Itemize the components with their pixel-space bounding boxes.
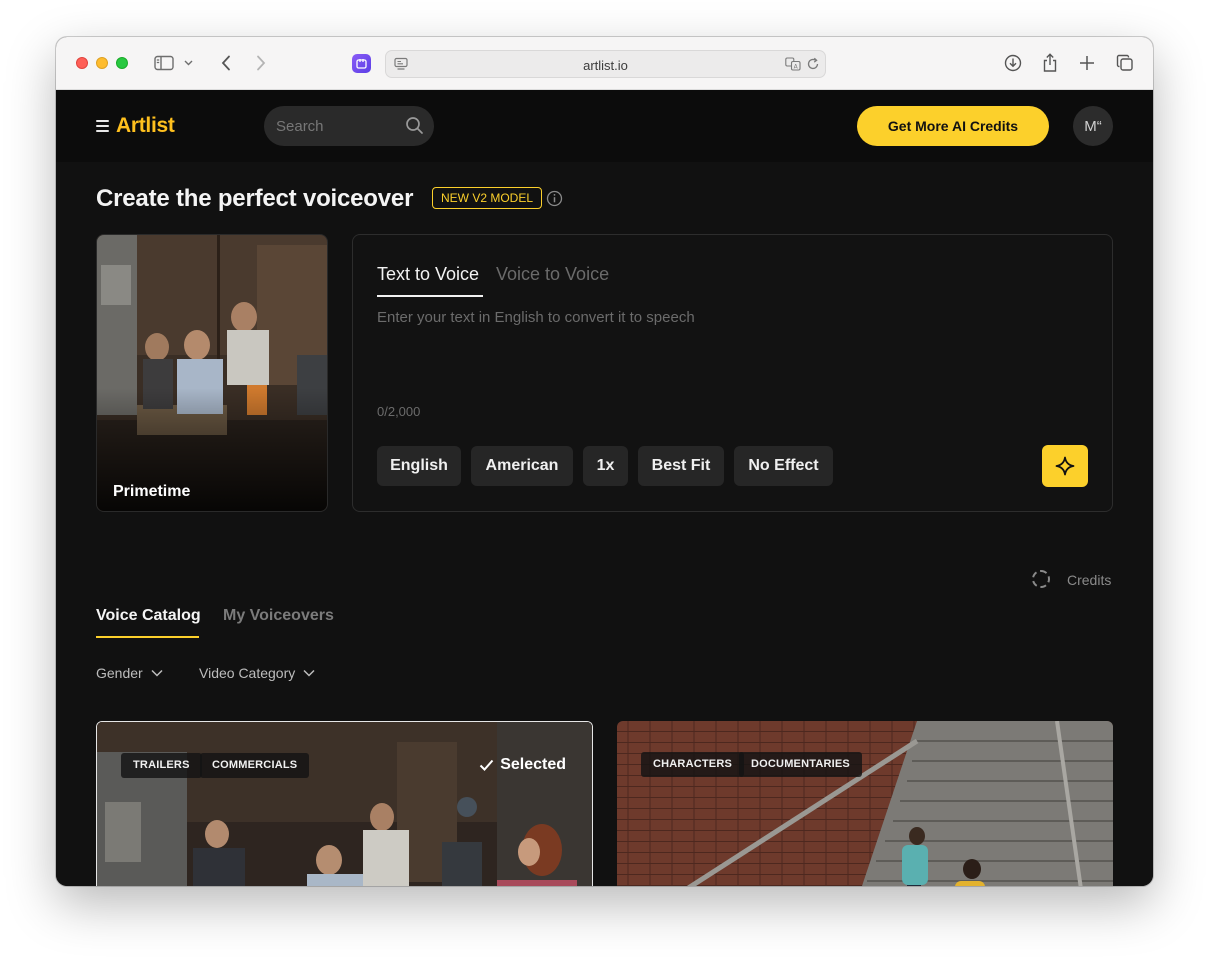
extension-icon[interactable] xyxy=(352,54,371,73)
tag-characters: CHARACTERS xyxy=(641,752,744,777)
downloads-icon[interactable] xyxy=(1001,51,1025,75)
voice-preview-card[interactable]: CHARACTERS DOCUMENTARIES xyxy=(617,721,1113,886)
speed-select[interactable]: 1x xyxy=(583,446,628,486)
search-box[interactable] xyxy=(264,106,434,146)
menu-icon[interactable] xyxy=(96,120,109,132)
chevron-down-icon xyxy=(151,669,163,677)
selected-badge: Selected xyxy=(479,756,566,774)
video-category-filter[interactable]: Video Category xyxy=(199,665,315,681)
url-text: artlist.io xyxy=(583,58,628,73)
tab-voice-to-voice[interactable]: Voice to Voice xyxy=(496,264,609,285)
chevron-down-icon[interactable] xyxy=(181,51,195,75)
gender-filter[interactable]: Gender xyxy=(96,665,163,681)
accent-select[interactable]: American xyxy=(471,446,573,486)
close-window-button[interactable] xyxy=(76,57,88,69)
gender-filter-label: Gender xyxy=(96,665,143,681)
share-icon[interactable] xyxy=(1038,51,1062,75)
tab-overview-icon[interactable] xyxy=(1113,51,1137,75)
active-tab-indicator xyxy=(377,295,483,297)
forward-icon[interactable] xyxy=(249,51,273,75)
voice-card-shade xyxy=(97,235,327,511)
new-tab-icon[interactable] xyxy=(1075,51,1099,75)
tag-documentaries: DOCUMENTARIES xyxy=(739,752,862,777)
sparkle-icon xyxy=(1055,456,1075,476)
main-content: Create the perfect voiceover NEW V2 MODE… xyxy=(56,162,1153,886)
voice-preview-image xyxy=(97,722,592,886)
tag-trailers: TRAILERS xyxy=(121,753,202,778)
effect-select[interactable]: No Effect xyxy=(734,446,833,486)
character-counter: 0/2,000 xyxy=(377,404,421,419)
chevron-down-icon xyxy=(303,669,315,677)
browser-toolbar: artlist.io A xyxy=(56,37,1153,90)
reload-icon[interactable] xyxy=(806,57,820,76)
address-bar[interactable]: artlist.io A xyxy=(385,50,826,78)
browser-window: artlist.io A Artlist Search Get More AI … xyxy=(56,37,1153,886)
info-icon[interactable] xyxy=(546,190,563,212)
selected-label: Selected xyxy=(500,756,566,773)
page-title: Create the perfect voiceover xyxy=(96,185,414,212)
get-more-credits-button[interactable]: Get More AI Credits xyxy=(857,106,1049,146)
voiceover-editor: Text to Voice Voice to Voice 0/2,000 Eng… xyxy=(352,234,1113,512)
translate-icon[interactable]: A xyxy=(785,57,801,76)
generate-button[interactable] xyxy=(1042,445,1088,487)
search-icon[interactable] xyxy=(405,116,424,140)
credits-loading-icon xyxy=(1032,570,1050,588)
fit-select[interactable]: Best Fit xyxy=(638,446,724,486)
artlist-logo[interactable]: Artlist xyxy=(116,114,175,138)
search-input[interactable] xyxy=(276,106,396,146)
tag-commercials: COMMERCIALS xyxy=(200,753,310,778)
video-category-filter-label: Video Category xyxy=(199,665,296,681)
avatar[interactable]: M“ xyxy=(1073,106,1113,146)
tab-voice-catalog[interactable]: Voice Catalog xyxy=(96,607,201,625)
back-icon[interactable] xyxy=(214,51,238,75)
voice-preview-image xyxy=(617,721,1113,886)
tab-my-voiceovers[interactable]: My Voiceovers xyxy=(223,607,334,625)
voice-preview-card[interactable]: TRAILERS COMMERCIALS Selected xyxy=(96,721,593,886)
voice-name: Primetime xyxy=(113,483,191,500)
credits-label: Credits xyxy=(1067,572,1112,588)
model-badge: NEW V2 MODEL xyxy=(432,187,543,209)
selected-voice-card[interactable]: Primetime xyxy=(96,234,328,512)
script-textarea[interactable] xyxy=(377,309,1077,389)
sidebar-toggle-icon[interactable] xyxy=(152,51,176,75)
checkmark-icon xyxy=(479,759,494,771)
language-select[interactable]: English xyxy=(377,446,461,486)
catalog-tab-indicator xyxy=(96,636,199,638)
minimize-window-button[interactable] xyxy=(96,57,108,69)
zoom-window-button[interactable] xyxy=(116,57,128,69)
tab-text-to-voice[interactable]: Text to Voice xyxy=(377,264,479,285)
site-header: Artlist Get More AI Credits M“ xyxy=(56,90,1153,162)
